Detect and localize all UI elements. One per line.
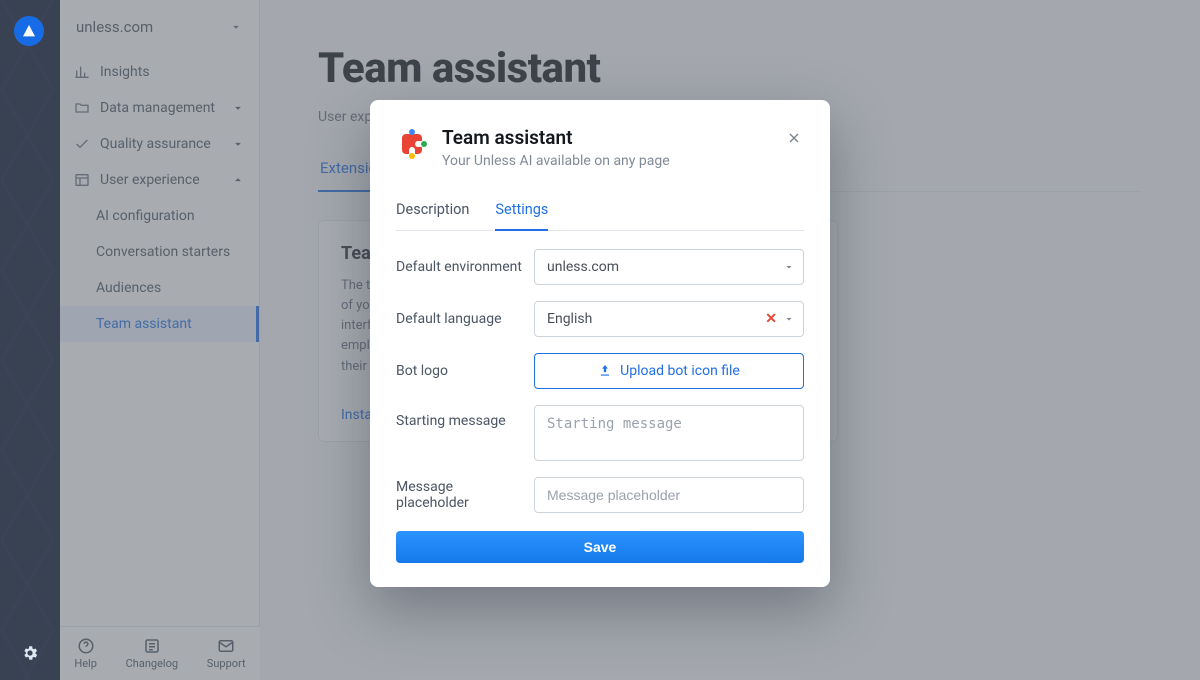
label-default-language: Default language <box>396 311 526 327</box>
modal-title-group: Team assistant Your Unless AI available … <box>442 126 670 169</box>
starting-message-input[interactable] <box>534 405 804 461</box>
save-button[interactable]: Save <box>396 531 804 563</box>
upload-label: Upload bot icon file <box>620 363 740 379</box>
settings-icon[interactable] <box>21 644 39 662</box>
label-bot-logo: Bot logo <box>396 363 526 379</box>
clear-language-button[interactable]: ✕ <box>765 311 777 327</box>
modal-tabs: Description Settings <box>396 191 804 231</box>
message-placeholder-input[interactable] <box>534 477 804 513</box>
modal-tab-description[interactable]: Description <box>396 191 469 230</box>
modal-header: Team assistant Your Unless AI available … <box>396 126 804 169</box>
team-assistant-modal: Team assistant Your Unless AI available … <box>370 100 830 587</box>
label-message-placeholder: Message placeholder <box>396 479 526 511</box>
upload-bot-icon-button[interactable]: Upload bot icon file <box>534 353 804 389</box>
modal-tab-settings[interactable]: Settings <box>495 191 548 230</box>
settings-form: Default environment unless.com Default l… <box>396 249 804 513</box>
close-button[interactable] <box>780 124 808 152</box>
caret-down-icon <box>783 261 795 273</box>
modal-title: Team assistant <box>442 126 670 149</box>
select-value: English <box>547 311 592 327</box>
caret-down-icon <box>783 313 795 325</box>
select-value: unless.com <box>547 259 619 275</box>
brand-logo[interactable] <box>14 16 44 46</box>
close-icon <box>786 130 802 146</box>
upload-icon <box>598 364 612 378</box>
extension-icon <box>396 128 428 160</box>
label-starting-message: Starting message <box>396 405 526 429</box>
select-default-language[interactable]: English ✕ <box>534 301 804 337</box>
select-default-environment[interactable]: unless.com <box>534 249 804 285</box>
tent-icon <box>21 23 37 39</box>
label-default-environment: Default environment <box>396 259 526 275</box>
modal-subtitle: Your Unless AI available on any page <box>442 153 670 169</box>
